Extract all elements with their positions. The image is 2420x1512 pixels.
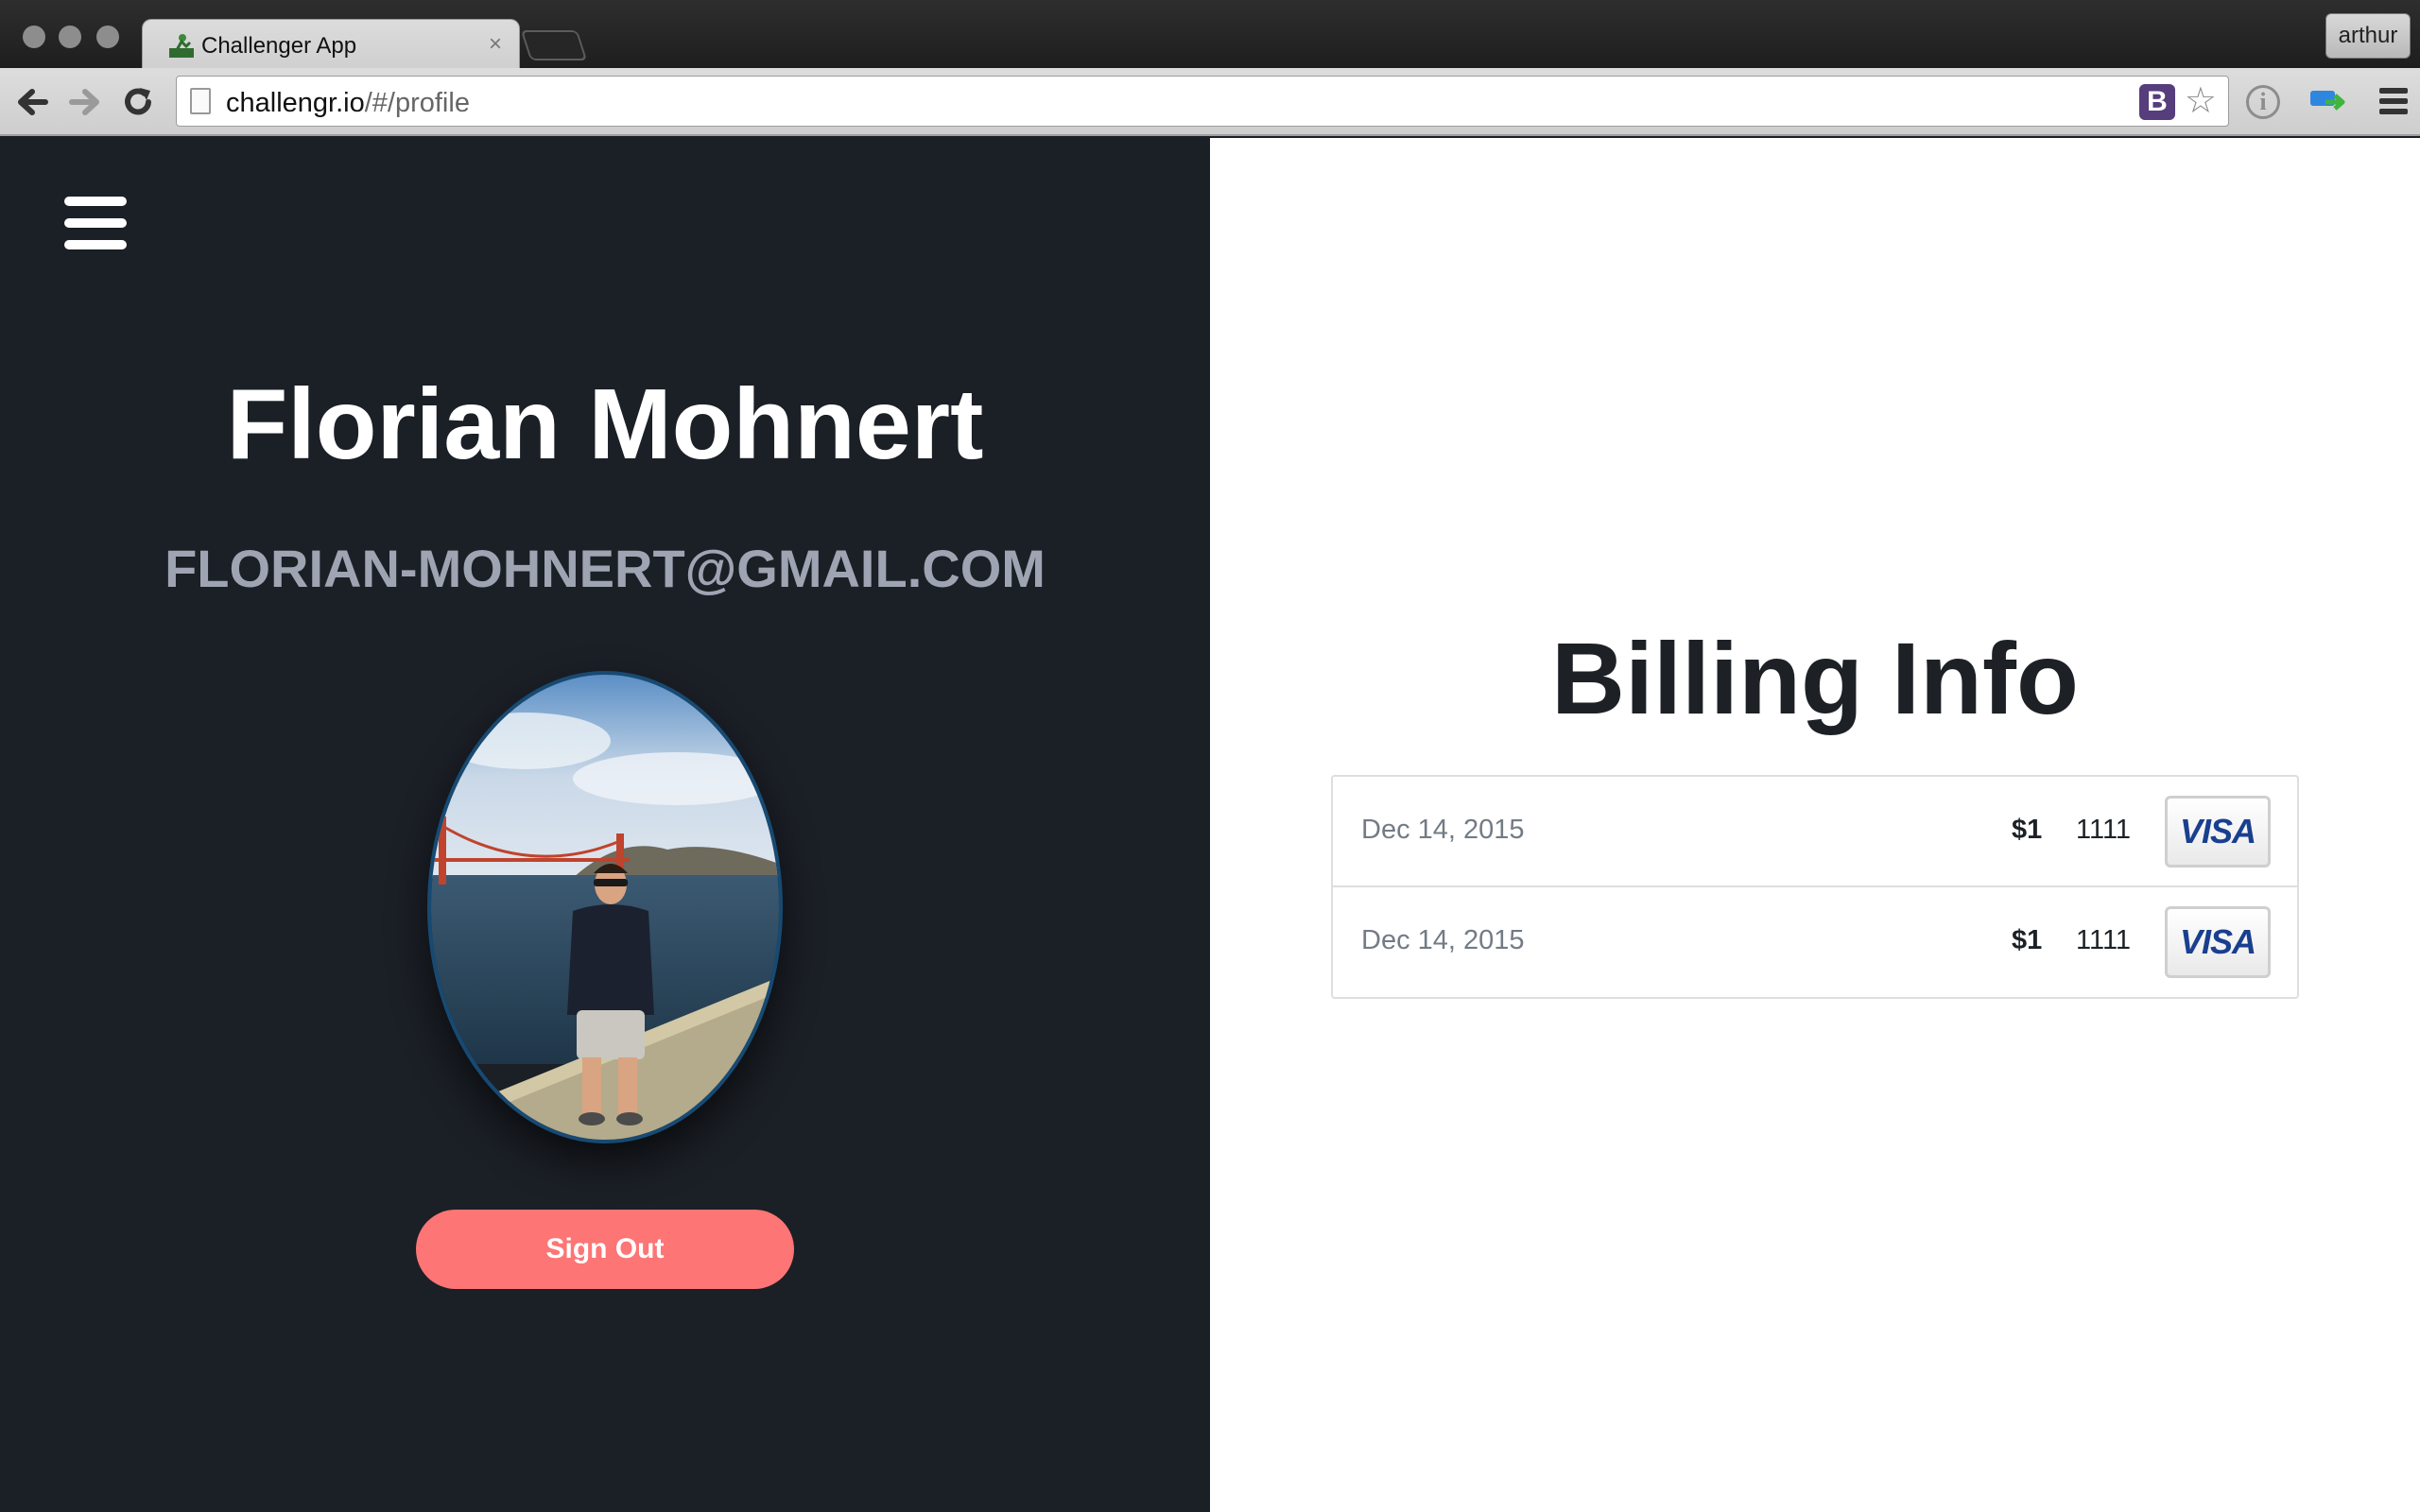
- window-zoom-button[interactable]: [96, 26, 119, 48]
- card-last4: 1111: [2076, 815, 2132, 845]
- forward-arrow-icon[interactable]: [66, 83, 104, 121]
- url-path: /#/profile: [364, 88, 470, 118]
- hamburger-menu-icon[interactable]: [64, 197, 127, 249]
- extension-arrow-icon[interactable]: [2308, 83, 2346, 121]
- profile-panel: Florian Mohnert FLORIAN-MOHNERT@GMAIL.CO…: [0, 138, 1210, 1512]
- profile-email: FLORIAN-MOHNERT@GMAIL.COM: [164, 539, 1046, 598]
- visa-card-icon: VISA: [2165, 796, 2271, 868]
- billing-table: Dec 14, 2015 $1 1111 VISA Dec 14, 2015 $…: [1331, 775, 2299, 999]
- card-last4: 1111: [2076, 925, 2132, 955]
- bill-date: Dec 14, 2015: [1361, 925, 1525, 955]
- back-arrow-icon[interactable]: [13, 83, 51, 121]
- billing-panel: Billing Info Dec 14, 2015 $1 1111 VISA D…: [1210, 138, 2420, 1512]
- app-favicon-icon: [169, 34, 194, 58]
- bill-amount: $1: [2012, 925, 2043, 955]
- page-icon: [190, 88, 211, 114]
- url-text[interactable]: challengr.io/#/profile: [226, 88, 470, 119]
- window-minimize-button[interactable]: [59, 26, 81, 48]
- table-row: Dec 14, 2015 $1 1111 VISA: [1333, 777, 2297, 887]
- tab-close-icon[interactable]: ×: [489, 31, 502, 58]
- browser-titlebar: Challenger App × arthur: [0, 0, 2420, 70]
- browser-profile-button[interactable]: arthur: [2325, 13, 2411, 59]
- info-icon[interactable]: i: [2246, 85, 2280, 119]
- new-tab-button[interactable]: [520, 30, 588, 60]
- bill-date: Dec 14, 2015: [1361, 815, 1525, 845]
- visa-card-icon: VISA: [2165, 906, 2271, 978]
- window-close-button[interactable]: [23, 26, 45, 48]
- browser-menu-icon[interactable]: [2375, 83, 2412, 121]
- bookmark-star-icon[interactable]: ☆: [2185, 82, 2217, 120]
- billing-title: Billing Info: [1551, 621, 2079, 735]
- browser-tab-active[interactable]: Challenger App ×: [142, 19, 520, 70]
- avatar: [427, 671, 783, 1143]
- browser-toolbar: challengr.io/#/profile B ☆ i: [0, 68, 2420, 136]
- tab-title: Challenger App: [201, 33, 357, 59]
- bootstrap-extension-icon[interactable]: B: [2139, 84, 2175, 120]
- profile-name: Florian Mohnert: [226, 369, 984, 480]
- sign-out-button[interactable]: Sign Out: [416, 1210, 794, 1289]
- table-row: Dec 14, 2015 $1 1111 VISA: [1333, 887, 2297, 997]
- reload-icon[interactable]: [119, 83, 157, 121]
- bill-amount: $1: [2012, 815, 2043, 845]
- address-bar[interactable]: challengr.io/#/profile B ☆: [176, 76, 2229, 127]
- url-host: challengr.io: [226, 88, 365, 118]
